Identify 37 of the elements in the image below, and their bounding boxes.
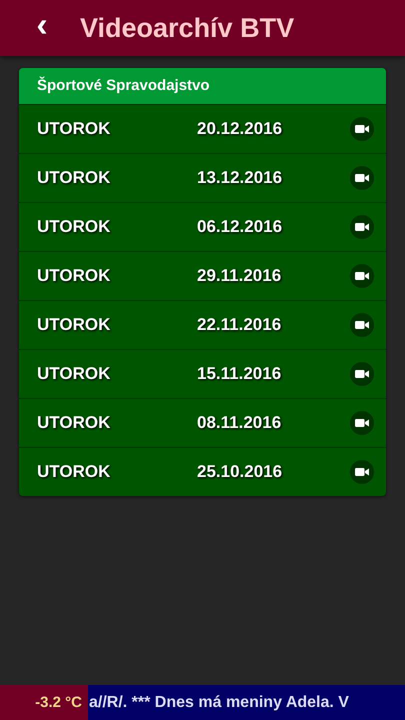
video-camera-icon: [350, 313, 374, 337]
page-title: Videoarchív BTV: [80, 12, 294, 44]
date-label: 29.11.2016: [197, 266, 282, 286]
day-label: UTOROK: [37, 462, 112, 482]
video-camera-icon: [350, 215, 374, 239]
day-label: UTOROK: [37, 217, 112, 237]
news-ticker: a//R/. *** Dnes má meniny Adela. V: [88, 694, 349, 712]
day-label: UTOROK: [37, 266, 112, 286]
day-label: UTOROK: [37, 168, 112, 188]
day-label: UTOROK: [37, 315, 112, 335]
date-label: 22.11.2016: [197, 315, 282, 335]
video-row[interactable]: UTOROK 29.11.2016: [19, 252, 386, 301]
card-title: Športové Spravodajstvo: [19, 68, 386, 105]
date-label: 20.12.2016: [197, 119, 284, 139]
video-camera-icon: [350, 460, 374, 484]
video-row[interactable]: UTOROK 15.11.2016: [19, 350, 386, 399]
video-camera-icon: [350, 117, 374, 141]
video-row[interactable]: UTOROK 22.11.2016: [19, 301, 386, 350]
video-row[interactable]: UTOROK 13.12.2016: [19, 154, 386, 203]
video-camera-icon: [350, 264, 374, 288]
day-label: UTOROK: [37, 364, 112, 384]
day-label: UTOROK: [37, 413, 112, 433]
date-label: 25.10.2016: [197, 462, 284, 482]
video-camera-icon: [350, 362, 374, 386]
video-camera-icon: [350, 411, 374, 435]
back-button[interactable]: ‹: [22, 8, 62, 48]
video-row[interactable]: UTOROK 20.12.2016: [19, 105, 386, 154]
date-label: 06.12.2016: [197, 217, 284, 237]
video-row[interactable]: UTOROK 25.10.2016: [19, 448, 386, 496]
video-row[interactable]: UTOROK 06.12.2016: [19, 203, 386, 252]
day-label: UTOROK: [37, 119, 112, 139]
temperature-label: -3.2 °C: [0, 685, 88, 720]
date-label: 08.11.2016: [197, 413, 282, 433]
date-label: 13.12.2016: [197, 168, 284, 188]
video-camera-icon: [350, 166, 374, 190]
video-row[interactable]: UTOROK 08.11.2016: [19, 399, 386, 448]
date-label: 15.11.2016: [197, 364, 282, 384]
